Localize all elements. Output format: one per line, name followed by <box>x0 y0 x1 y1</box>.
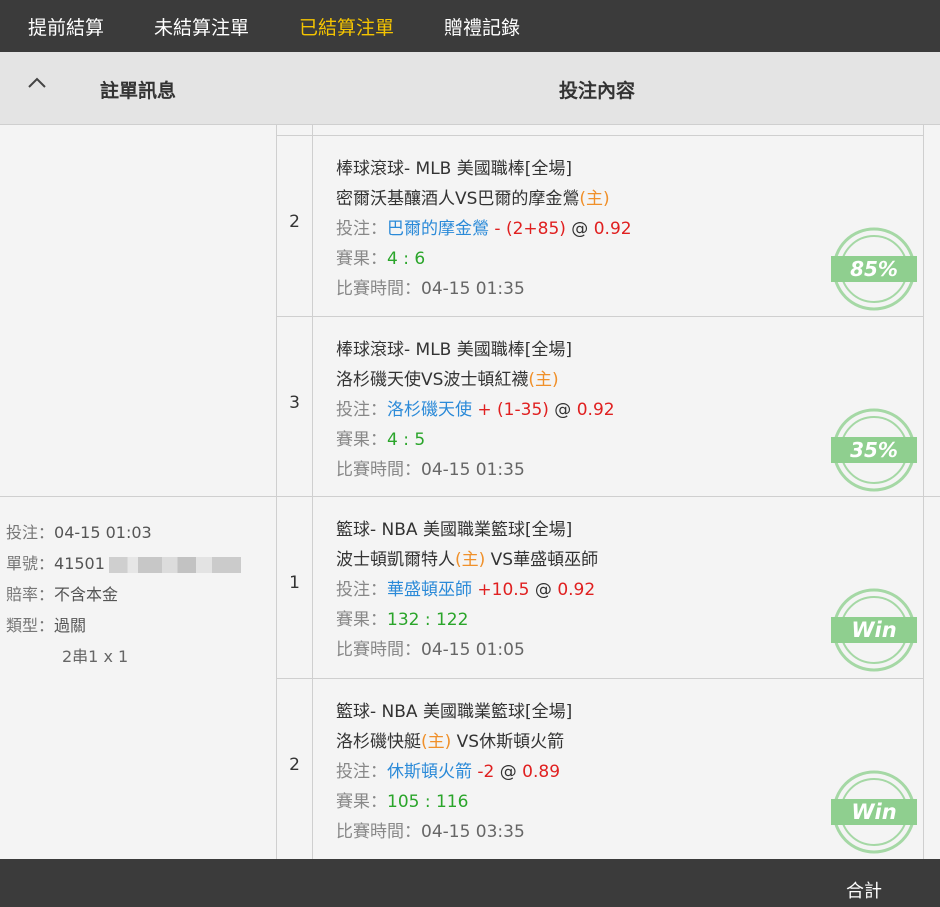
tab-gift-records[interactable]: 贈禮記錄 <box>444 13 520 40</box>
leg-match-time: 比賽時間：04-15 01:05 <box>336 640 525 660</box>
leg-result: 賽果：4 : 6 <box>336 249 426 269</box>
leg-league: 棒球滾球- MLB 美國職棒[全場] <box>336 340 573 360</box>
bet-id-row: 單號：41501 <box>6 548 241 579</box>
bet-info: 投注：04-15 01:03 單號：41501 賠率：不含本金 類型：過關 2串… <box>6 517 241 672</box>
leg-matchup: 洛杉磯快艇(主) VS休斯頓火箭 <box>336 732 565 752</box>
leg-result: 賽果：4 : 5 <box>336 430 426 450</box>
result-badge-stamp: 85% <box>831 226 917 312</box>
leg-index: 1 <box>289 573 300 593</box>
leg-pick: 投注：休斯頓火箭 -2 @ 0.89 <box>336 762 561 782</box>
leg-league: 籃球- NBA 美國職業籃球[全場] <box>336 702 573 722</box>
result-badge-stamp: Win <box>831 587 917 673</box>
leg-matchup: 洛杉磯天使VS波士頓紅襪(主) <box>336 370 559 390</box>
footer-bar: 合計 <box>0 859 940 907</box>
badge-label: 35% <box>850 438 898 462</box>
leg-pick: 投注：華盛頓巫師 +10.5 @ 0.92 <box>336 580 596 600</box>
badge-label: 85% <box>850 257 898 281</box>
list-item: 2 棒球滾球- MLB 美國職棒[全場] 密爾沃基釀酒人VS巴爾的摩金鶯(主) … <box>289 136 923 316</box>
result-badge-stamp: 35% <box>831 407 917 493</box>
divider <box>923 125 924 859</box>
bet-type-row: 類型：過關 <box>6 616 87 635</box>
leg-pick: 投注：巴爾的摩金鶯 - (2+85) @ 0.92 <box>336 219 632 239</box>
column-title-bet-content: 投注內容 <box>559 80 636 102</box>
leg-pick: 投注：洛杉磯天使 + (1-35) @ 0.92 <box>336 400 615 420</box>
list-item: 1 籃球- NBA 美國職業籃球[全場] 波士頓凱爾特人(主) VS華盛頓巫師 … <box>289 497 923 678</box>
bet-list[interactable]: 投注：04-15 01:03 單號：41501 賠率：不含本金 類型：過關 2串… <box>0 125 940 859</box>
leg-result: 賽果：132 : 122 <box>336 610 469 630</box>
leg-match-time: 比賽時間：04-15 03:35 <box>336 822 525 842</box>
column-header: 註單訊息 投注內容 <box>0 52 940 125</box>
tab-settled-bets[interactable]: 已結算注單 <box>299 13 394 40</box>
bet-odds-row: 賠率：不含本金 <box>6 585 119 604</box>
leg-match-time: 比賽時間：04-15 01:35 <box>336 279 525 299</box>
leg-result: 賽果：105 : 116 <box>336 792 469 812</box>
result-badge-stamp: Win <box>831 769 917 855</box>
collapse-caret-icon[interactable] <box>24 70 50 96</box>
leg-index: 2 <box>289 755 300 775</box>
top-nav: 提前結算 未結算注單 已結算注單 贈禮記錄 <box>0 0 940 52</box>
redacted-id-block <box>108 556 241 573</box>
list-item: 2 籃球- NBA 美國職業籃球[全場] 洛杉磯快艇(主) VS休斯頓火箭 投注… <box>289 679 923 859</box>
leg-index: 3 <box>289 393 300 413</box>
tab-unsettled-bets[interactable]: 未結算注單 <box>154 13 249 40</box>
leg-matchup: 波士頓凱爾特人(主) VS華盛頓巫師 <box>336 550 599 570</box>
tab-early-settlement[interactable]: 提前結算 <box>28 13 104 40</box>
badge-label: Win <box>851 800 896 824</box>
total-label: 合計 <box>846 881 882 902</box>
list-item: 3 棒球滾球- MLB 美國職棒[全場] 洛杉磯天使VS波士頓紅襪(主) 投注：… <box>289 317 923 496</box>
leg-index: 2 <box>289 212 300 232</box>
badge-label: Win <box>851 618 896 642</box>
leg-matchup: 密爾沃基釀酒人VS巴爾的摩金鶯(主) <box>336 189 610 209</box>
leg-match-time: 比賽時間：04-15 01:35 <box>336 460 525 480</box>
bet-time-row: 投注：04-15 01:03 <box>6 523 152 542</box>
column-title-bet-info: 註單訊息 <box>100 80 177 102</box>
leg-league: 籃球- NBA 美國職業籃球[全場] <box>336 520 573 540</box>
divider <box>276 125 277 859</box>
bet-type-detail: 2串1 x 1 <box>62 647 129 666</box>
leg-league: 棒球滾球- MLB 美國職棒[全場] <box>336 159 573 179</box>
